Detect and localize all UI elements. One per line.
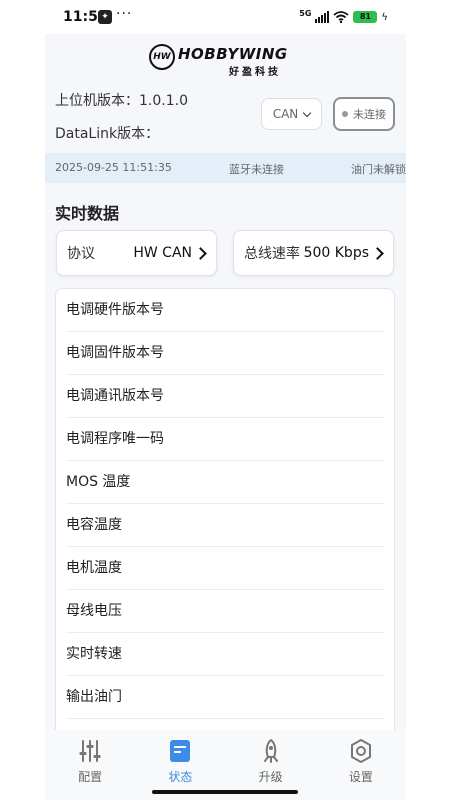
- bus-rate-value: 500 Kbps: [303, 245, 369, 261]
- tab-status-label: 状态: [168, 770, 193, 784]
- sliders-icon: [79, 740, 101, 762]
- brand-name: HOBBYWING: [178, 45, 288, 63]
- connection-mode-select[interactable]: CAN: [261, 98, 322, 130]
- list-item: 电调固件版本号: [66, 332, 384, 375]
- tab-upgrade-label: 升级: [258, 770, 283, 784]
- throttle-status: 油门未解锁: [351, 163, 406, 176]
- list-item: 电调程序唯一码: [66, 418, 384, 461]
- list-item: 电机温度: [66, 547, 384, 590]
- signal-icon: [315, 11, 330, 23]
- list-item: 母线电压: [66, 590, 384, 633]
- gear-icon: [350, 739, 371, 763]
- list-item: 电调通讯版本号: [66, 375, 384, 418]
- status-info-bar: 2025-09-25 11:51:35 蓝牙未连接 油门未解锁: [45, 153, 406, 183]
- section-title: 实时数据: [55, 204, 120, 223]
- connection-mode-value: CAN: [272, 107, 299, 121]
- host-version-value: 1.0.1.0: [139, 93, 188, 109]
- battery-level: 81: [353, 11, 378, 23]
- brand-logo: HW HOBBYWING 好盈科技: [45, 40, 406, 78]
- current-datetime: 2025-09-25 11:51:35: [55, 161, 172, 174]
- more-notifications-icon: ···: [116, 6, 133, 22]
- list-item: 输出油门: [66, 676, 384, 719]
- chevron-right-icon: [194, 246, 207, 260]
- realtime-data-list[interactable]: 电调硬件版本号 电调固件版本号 电调通讯版本号 电调程序唯一码 MOS 温度 电…: [55, 288, 395, 788]
- list-item: 电容温度: [66, 504, 384, 547]
- connect-button-label: 未连接: [353, 108, 386, 121]
- wrench-icon: ✦: [98, 10, 112, 24]
- connect-button[interactable]: 未连接: [333, 97, 395, 131]
- bluetooth-status: 蓝牙未连接: [229, 163, 284, 176]
- protocol-value: HW CAN: [133, 245, 192, 261]
- network-type: 5G: [299, 8, 312, 18]
- list-item: 实时转速: [66, 633, 384, 676]
- connection-status-dot-icon: [342, 111, 348, 117]
- host-version: 上位机版本：1.0.1.0: [55, 90, 188, 110]
- system-status-bar: 11:51 ✦ ··· 5G 81 ϟ: [0, 0, 450, 34]
- protocol-card[interactable]: 协议 HW CAN: [56, 230, 217, 276]
- chevron-down-icon: [303, 108, 312, 117]
- rocket-icon: [263, 739, 278, 763]
- bus-rate-label: 总线速率: [244, 246, 300, 262]
- chevron-right-icon: [371, 246, 384, 260]
- protocol-label: 协议: [67, 246, 95, 262]
- logo-mark-icon: HW: [149, 44, 175, 70]
- app-screen: HW HOBBYWING 好盈科技 上位机版本：1.0.1.0 DataLink…: [45, 34, 406, 800]
- bus-rate-card[interactable]: 总线速率 500 Kbps: [233, 230, 394, 276]
- wifi-icon: [333, 11, 349, 23]
- datalink-version: DataLink版本：: [55, 123, 159, 143]
- tab-settings-label: 设置: [348, 770, 373, 784]
- brand-chinese-name: 好盈科技: [229, 67, 281, 78]
- list-item: MOS 温度: [66, 461, 384, 504]
- tab-config-label: 配置: [78, 770, 103, 784]
- tab-config[interactable]: 配置: [45, 730, 135, 800]
- datalink-version-label: DataLink版本：: [55, 126, 160, 142]
- charging-icon: ϟ: [381, 11, 388, 23]
- tab-settings[interactable]: 设置: [316, 730, 406, 800]
- home-indicator[interactable]: [152, 790, 298, 794]
- document-icon: [170, 740, 191, 762]
- list-item: 电调硬件版本号: [66, 289, 384, 332]
- host-version-label: 上位机版本：: [55, 93, 139, 109]
- status-icons: 5G 81 ϟ: [299, 9, 388, 25]
